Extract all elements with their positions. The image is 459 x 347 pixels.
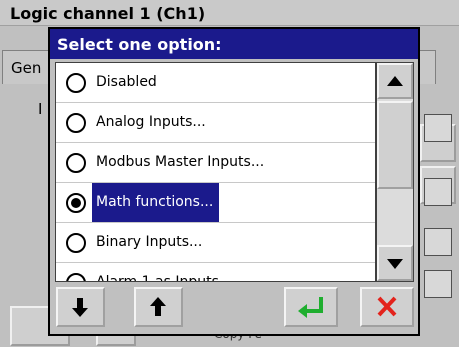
option-binary-inputs[interactable]: Binary Inputs... <box>56 223 375 263</box>
tab-right-edge[interactable] <box>418 50 436 84</box>
background-window-title: Logic channel 1 (Ch1) <box>0 0 459 26</box>
enter-button[interactable] <box>284 287 338 327</box>
radio-button[interactable] <box>66 233 86 253</box>
option-label: Analog Inputs... <box>96 114 206 130</box>
tab-general-label: Gen <box>11 59 42 77</box>
triangle-up-icon <box>387 76 403 86</box>
scroll-down-button[interactable] <box>377 245 413 281</box>
radio-button[interactable] <box>66 273 86 281</box>
scrollbar[interactable] <box>376 62 414 282</box>
down-arrow-icon <box>72 298 88 317</box>
keypad-icon-2[interactable] <box>424 228 452 256</box>
move-down-button[interactable] <box>56 287 105 327</box>
keypad-icon[interactable] <box>424 178 452 206</box>
move-up-button[interactable] <box>134 287 183 327</box>
background-field-label: I <box>38 100 43 118</box>
triangle-down-icon <box>387 259 403 269</box>
option-label: Binary Inputs... <box>96 234 203 250</box>
up-arrow-icon <box>150 297 166 316</box>
settings-icon-2[interactable] <box>424 270 452 298</box>
option-disabled[interactable]: Disabled <box>56 63 375 103</box>
select-option-dialog: Select one option: Disabled Analog Input… <box>48 27 420 336</box>
radio-dot <box>71 198 81 208</box>
option-label: Alarm 1 as Inputs... <box>96 274 233 282</box>
option-label: Math functions... <box>92 183 220 222</box>
dialog-title: Select one option: <box>50 29 418 59</box>
cancel-button[interactable] <box>360 287 414 327</box>
scroll-thumb[interactable] <box>377 101 413 189</box>
radio-button[interactable] <box>66 113 86 133</box>
settings-icon[interactable] <box>424 114 452 142</box>
enter-icon <box>298 297 323 318</box>
option-alarm-1-as-inputs[interactable]: Alarm 1 as Inputs... <box>56 263 375 282</box>
tab-general[interactable]: Gen <box>2 50 50 84</box>
option-label: Disabled <box>96 74 157 90</box>
close-icon <box>377 296 397 317</box>
options-list[interactable]: Disabled Analog Inputs... Modbus Master … <box>55 62 376 282</box>
radio-button[interactable] <box>66 153 86 173</box>
option-math-functions[interactable]: Math functions... <box>56 183 375 223</box>
option-modbus-master-inputs[interactable]: Modbus Master Inputs... <box>56 143 375 183</box>
scroll-up-button[interactable] <box>377 63 413 99</box>
option-label: Modbus Master Inputs... <box>96 154 265 170</box>
radio-button-selected[interactable] <box>66 193 86 213</box>
radio-button[interactable] <box>66 73 86 93</box>
option-analog-inputs[interactable]: Analog Inputs... <box>56 103 375 143</box>
